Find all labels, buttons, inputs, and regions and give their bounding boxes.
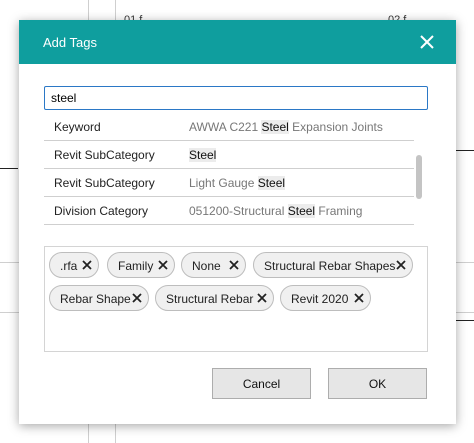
tag-label: Family [118,259,154,273]
result-category: Keyword [54,120,101,134]
remove-icon[interactable] [132,293,142,303]
cancel-label: Cancel [242,377,281,391]
tag-label: None [192,259,221,273]
match-highlight: Steel [257,176,286,190]
result-category: Revit SubCategory [54,176,155,190]
tag-label: .rfa [60,259,78,273]
tag-chip[interactable]: None [181,252,246,278]
result-row[interactable]: Keyword AWWA C221 Steel Expansion Joints [44,113,414,141]
ok-button[interactable]: OK [328,368,427,399]
tag-label: Rebar Shape [60,292,131,306]
tag-chip[interactable]: Structural Rebar Shapes [253,252,413,278]
dialog-title: Add Tags [43,35,97,50]
tag-chip[interactable]: .rfa [49,252,99,278]
tag-chip[interactable]: Family [107,252,175,278]
tag-label: Structural Rebar [166,292,254,306]
remove-icon[interactable] [354,293,364,303]
results-scrollbar[interactable] [413,114,423,230]
drawing-line [455,320,474,321]
match-highlight: Steel [189,148,217,162]
result-row[interactable]: Revit SubCategory Steel [44,141,414,169]
result-value: 051200-Structural Steel Framing [189,204,363,218]
result-row[interactable]: Revit SubCategory Light Gauge Steel [44,169,414,197]
selected-tags-box: .rfa Family None Structural Rebar Shapes… [44,246,428,352]
scrollbar-thumb[interactable] [416,155,422,199]
close-icon [420,35,434,49]
remove-icon[interactable] [158,260,168,270]
add-tags-dialog: Add Tags Keyword AWWA C221 Steel Expansi… [19,20,456,424]
drawing-line [0,168,18,169]
remove-icon[interactable] [82,260,92,270]
tag-label: Structural Rebar Shapes [264,259,396,273]
tag-chip[interactable]: Revit 2020 [280,285,371,311]
dialog-titlebar: Add Tags [19,20,456,64]
match-highlight: Steel [261,120,289,134]
remove-icon[interactable] [229,260,239,270]
cancel-button[interactable]: Cancel [212,368,311,399]
ok-label: OK [368,377,387,391]
result-row[interactable]: Division Category 051200-Structural Stee… [44,197,414,225]
search-input[interactable] [44,86,428,110]
tag-label: Revit 2020 [291,292,349,306]
remove-icon[interactable] [396,260,406,270]
result-category: Division Category [54,204,149,218]
close-button[interactable] [416,31,438,53]
result-value: Light Gauge Steel [189,176,286,190]
match-highlight: Steel [287,204,316,218]
result-value: Steel [189,148,217,162]
remove-icon[interactable] [257,293,267,303]
result-value: AWWA C221 Steel Expansion Joints [189,120,383,134]
drawing-line [455,150,474,151]
result-category: Revit SubCategory [54,148,155,162]
search-results-list: Keyword AWWA C221 Steel Expansion Joints… [44,113,428,231]
tag-chip[interactable]: Structural Rebar [155,285,274,311]
tag-chip[interactable]: Rebar Shape [49,285,149,311]
